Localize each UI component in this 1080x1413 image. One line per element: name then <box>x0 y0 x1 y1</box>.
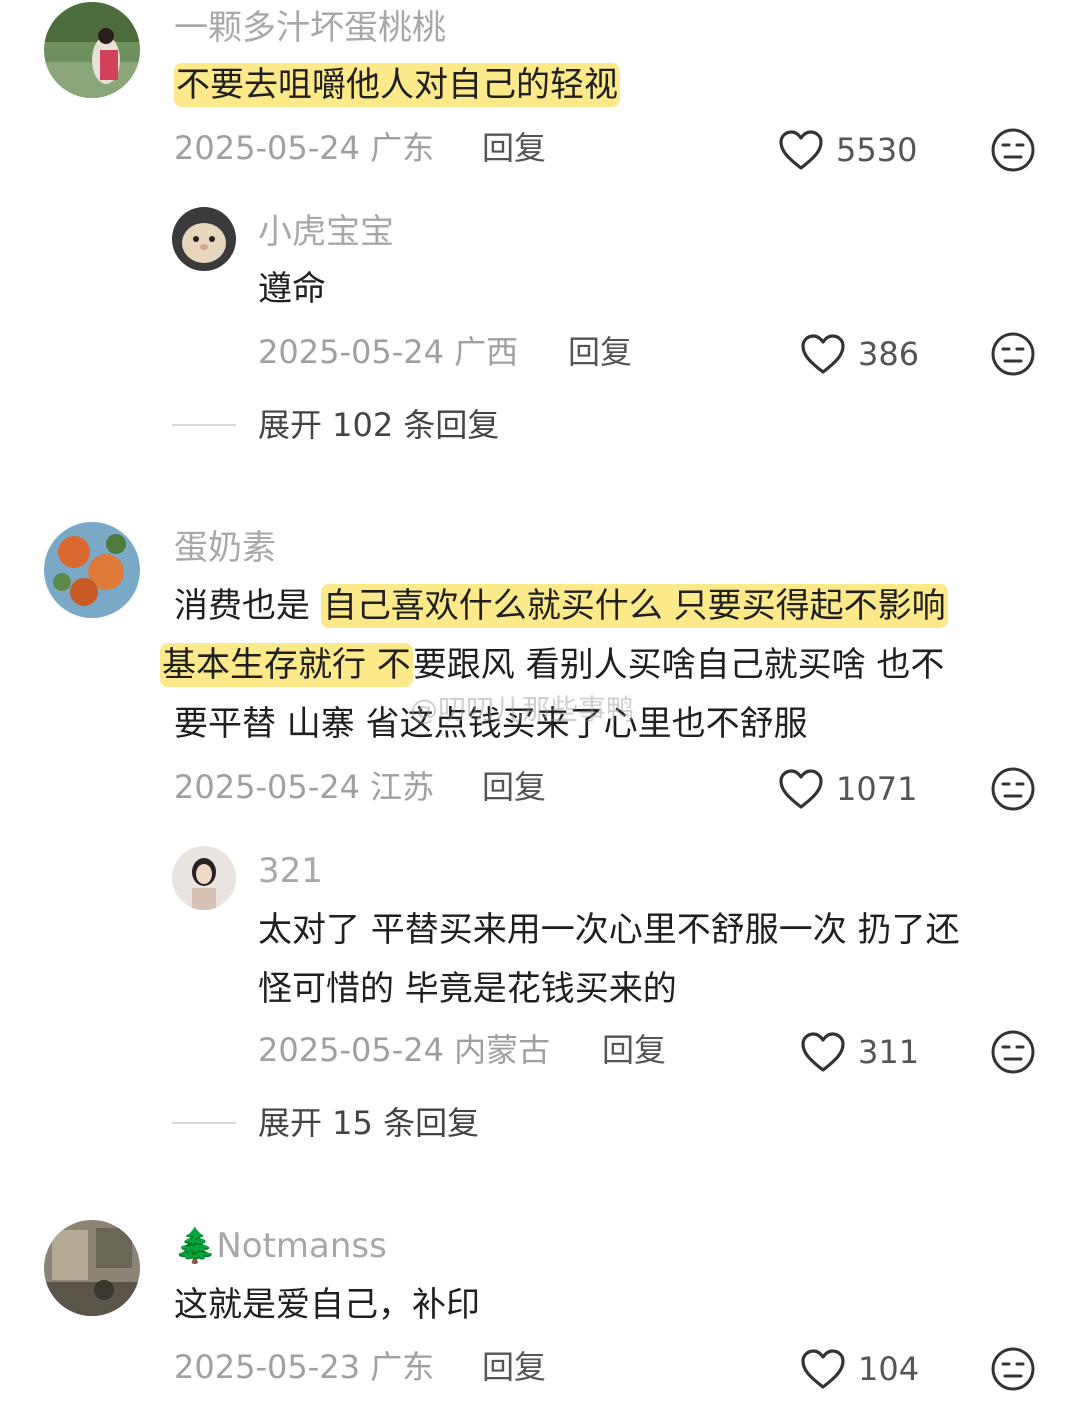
reply-button[interactable]: 回复 <box>602 1030 666 1070</box>
comment-date-location: 2025-05-24 江苏 <box>174 768 435 806</box>
comment-date-location: 2025-05-23 广东 <box>174 1348 435 1386</box>
neutral-face-icon <box>991 1030 1035 1074</box>
heart-outline-icon <box>779 130 823 170</box>
avatar-image-garden <box>44 2 140 98</box>
comment-text: 不要去咀嚼他人对自己的轻视 <box>174 56 620 114</box>
comment-username[interactable]: 🌲Notmanss <box>174 1226 387 1266</box>
neutral-face-icon <box>991 767 1035 811</box>
avatar-image-flowers <box>44 522 140 618</box>
dislike-button[interactable] <box>990 127 1036 173</box>
neutral-face-icon <box>991 332 1035 376</box>
reply-text: 遵命 <box>258 269 326 309</box>
like-button[interactable]: 386 <box>800 330 919 378</box>
reply-username[interactable]: 321 <box>258 851 323 891</box>
like-button[interactable]: 5530 <box>778 126 917 174</box>
like-count: 1071 <box>836 770 918 808</box>
reply-text-line: 太对了 平替买来用一次心里不舒服一次 扔了还 <box>258 910 960 950</box>
highlighted-text: 自己喜欢什么就买什么 只要买得起不影响 <box>320 584 948 628</box>
expand-replies-button[interactable]: 展开 15 条回复 <box>258 1103 479 1143</box>
heart-outline-icon <box>779 769 823 809</box>
heart-outline-icon <box>801 334 845 374</box>
heart-outline-icon <box>801 1032 845 1072</box>
reply-button[interactable]: 回复 <box>568 332 632 372</box>
comment-text: 这就是爱自己，补印 <box>174 1285 480 1325</box>
comment-date-location: 2025-05-24 广东 <box>174 129 435 167</box>
comment-text-line: 要平替 山寨 省这点钱买来了心里也不舒服 <box>174 704 808 744</box>
comment-text-plain: 要跟风 看别人买啥自己就买啥 也不 <box>412 645 945 685</box>
expand-replies-button[interactable]: 展开 102 条回复 <box>258 405 499 445</box>
avatar[interactable] <box>172 207 236 271</box>
dislike-button[interactable] <box>990 1346 1036 1392</box>
expand-divider <box>172 1122 236 1124</box>
dislike-button[interactable] <box>990 766 1036 812</box>
highlighted-text: 基本生存就行 不 <box>160 643 413 687</box>
dislike-button[interactable] <box>990 331 1036 377</box>
reply-button[interactable]: 回复 <box>482 128 546 168</box>
like-count: 104 <box>858 1350 920 1388</box>
like-button[interactable]: 311 <box>800 1028 919 1076</box>
avatar[interactable] <box>44 522 140 618</box>
comment-username-text: Notmanss <box>216 1226 387 1266</box>
avatar-image-portrait <box>172 846 236 910</box>
highlighted-text: 不要去咀嚼他人对自己的轻视 <box>174 63 620 107</box>
reply-button[interactable]: 回复 <box>482 767 546 807</box>
dislike-button[interactable] <box>990 1029 1036 1075</box>
avatar-image-room <box>44 1220 140 1316</box>
like-count: 311 <box>858 1033 920 1071</box>
neutral-face-icon <box>991 128 1035 172</box>
tree-icon: 🌲 <box>174 1226 217 1266</box>
heart-outline-icon <box>801 1349 845 1389</box>
avatar[interactable] <box>44 2 140 98</box>
comment-username[interactable]: 蛋奶素 <box>174 528 276 568</box>
expand-divider <box>172 424 236 426</box>
like-button[interactable]: 1071 <box>778 765 917 813</box>
like-count: 386 <box>858 335 920 373</box>
neutral-face-icon <box>991 1347 1035 1391</box>
avatar[interactable] <box>44 1220 140 1316</box>
avatar[interactable] <box>172 846 236 910</box>
like-button[interactable]: 104 <box>800 1345 919 1393</box>
reply-button[interactable]: 回复 <box>482 1347 546 1387</box>
avatar-image-hamster <box>172 207 236 271</box>
comment-text-plain: 消费也是 <box>174 586 310 626</box>
reply-username[interactable]: 小虎宝宝 <box>258 212 394 252</box>
reply-date-location: 2025-05-24 内蒙古 <box>258 1031 551 1069</box>
comment-username[interactable]: 一颗多汁坏蛋桃桃 <box>174 8 446 48</box>
reply-text-line: 怪可惜的 毕竟是花钱买来的 <box>258 969 677 1009</box>
comment-text-line: 消费也是 自己喜欢什么就买什么 只要买得起不影响 <box>174 577 948 635</box>
comment-text-line: 基本生存就行 不要跟风 看别人买啥自己就买啥 也不 <box>160 636 944 694</box>
like-count: 5530 <box>836 131 918 169</box>
reply-date-location: 2025-05-24 广西 <box>258 333 519 371</box>
